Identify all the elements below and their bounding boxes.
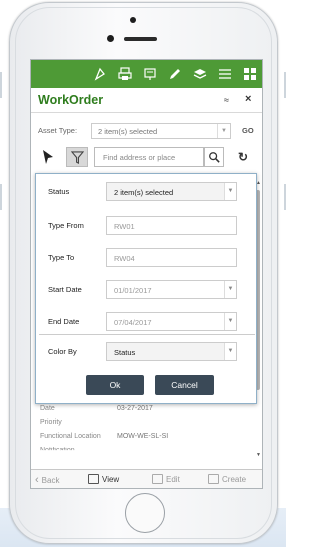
print-icon[interactable] xyxy=(118,67,132,81)
end-date-label: End Date xyxy=(48,317,80,326)
start-date-input[interactable]: 01/01/2017 ▼ xyxy=(106,280,237,299)
chevron-down-icon: ▼ xyxy=(224,183,236,200)
type-to-label: Type To xyxy=(48,253,75,262)
sensor-icon xyxy=(107,35,114,42)
asset-type-value: 2 item(s) selected xyxy=(98,127,158,136)
ok-button[interactable]: Ok xyxy=(86,375,144,395)
status-row: Status 2 item(s) selected ▼ xyxy=(36,182,258,202)
asset-type-row: Asset Type: 2 item(s) selected ▼ GO xyxy=(38,123,260,139)
detail-row: Date 03-27-2017 xyxy=(40,405,153,412)
detail-row: Notification 10000458 xyxy=(40,447,149,454)
select-pointer-icon[interactable] xyxy=(40,149,56,165)
grid-icon[interactable] xyxy=(243,67,257,81)
top-toolbar xyxy=(31,60,262,88)
chevron-down-icon: ▼ xyxy=(224,343,236,360)
back-button[interactable]: ‹ Back xyxy=(35,474,59,486)
color-by-row: Color By Status ▼ xyxy=(36,342,258,362)
filter-icon[interactable] xyxy=(66,147,88,167)
asset-type-select[interactable]: 2 item(s) selected ▼ xyxy=(91,123,231,139)
status-label: Status xyxy=(48,187,70,196)
background-divider xyxy=(0,184,2,210)
type-from-label: Type From xyxy=(48,221,84,230)
list-icon[interactable] xyxy=(218,67,232,81)
search-input[interactable]: Find address or place xyxy=(94,147,204,167)
color-by-label: Color By xyxy=(48,347,77,356)
edit-icon[interactable] xyxy=(168,67,182,81)
status-select[interactable]: 2 item(s) selected ▼ xyxy=(106,182,237,201)
divider xyxy=(39,334,255,335)
background-divider xyxy=(284,184,286,210)
filter-dialog: Status 2 item(s) selected ▼ Type From RW… xyxy=(35,173,257,404)
chevron-down-icon: ▼ xyxy=(224,281,236,298)
color-by-select[interactable]: Status ▼ xyxy=(106,342,237,361)
detail-row: Functional Location MOW-WE-SL-SI xyxy=(40,433,169,440)
panel-title: WorkOrder xyxy=(38,93,104,107)
create-document-icon xyxy=(208,474,219,484)
end-date-row: End Date 07/04/2017 ▼ xyxy=(36,312,258,332)
type-from-row: Type From RW01 xyxy=(36,216,258,236)
pin-icon[interactable] xyxy=(93,67,107,81)
markup-icon[interactable] xyxy=(143,67,157,81)
cancel-button[interactable]: Cancel xyxy=(155,375,214,395)
collapse-icon[interactable]: ≈ xyxy=(224,95,229,105)
map-tools-row: Find address or place ↻ xyxy=(36,147,262,167)
camera-icon xyxy=(130,17,136,23)
detail-row: Priority xyxy=(40,419,62,426)
chevron-left-icon: ‹ xyxy=(35,474,39,486)
type-to-row: Type To RW04 xyxy=(36,248,258,268)
start-date-row: Start Date 01/01/2017 ▼ xyxy=(36,280,258,300)
background-divider xyxy=(284,72,286,98)
layers-icon[interactable] xyxy=(193,67,207,81)
chevron-down-icon: ▼ xyxy=(224,313,236,330)
panel-header: WorkOrder ≈ × xyxy=(31,88,262,113)
close-icon[interactable]: × xyxy=(245,93,251,105)
search-icon[interactable] xyxy=(204,147,224,167)
create-button[interactable]: Create xyxy=(208,474,246,484)
home-button[interactable] xyxy=(125,493,165,533)
end-date-input[interactable]: 07/04/2017 ▼ xyxy=(106,312,237,331)
view-button[interactable]: View xyxy=(88,474,119,484)
start-date-label: Start Date xyxy=(48,285,82,294)
edit-document-icon xyxy=(152,474,163,484)
scroll-down-icon[interactable]: ▼ xyxy=(256,452,261,458)
asset-type-label: Asset Type: xyxy=(38,126,78,135)
go-button[interactable]: GO xyxy=(242,126,254,135)
refresh-icon[interactable]: ↻ xyxy=(235,149,251,165)
chevron-down-icon: ▼ xyxy=(217,124,230,138)
bottom-action-bar: ‹ Back View Edit Create xyxy=(31,469,262,488)
type-from-input[interactable]: RW01 xyxy=(106,216,237,235)
type-to-input[interactable]: RW04 xyxy=(106,248,237,267)
view-icon xyxy=(88,474,99,484)
background-divider xyxy=(0,72,2,98)
edit-button[interactable]: Edit xyxy=(152,474,180,484)
earpiece-speaker xyxy=(124,37,157,41)
